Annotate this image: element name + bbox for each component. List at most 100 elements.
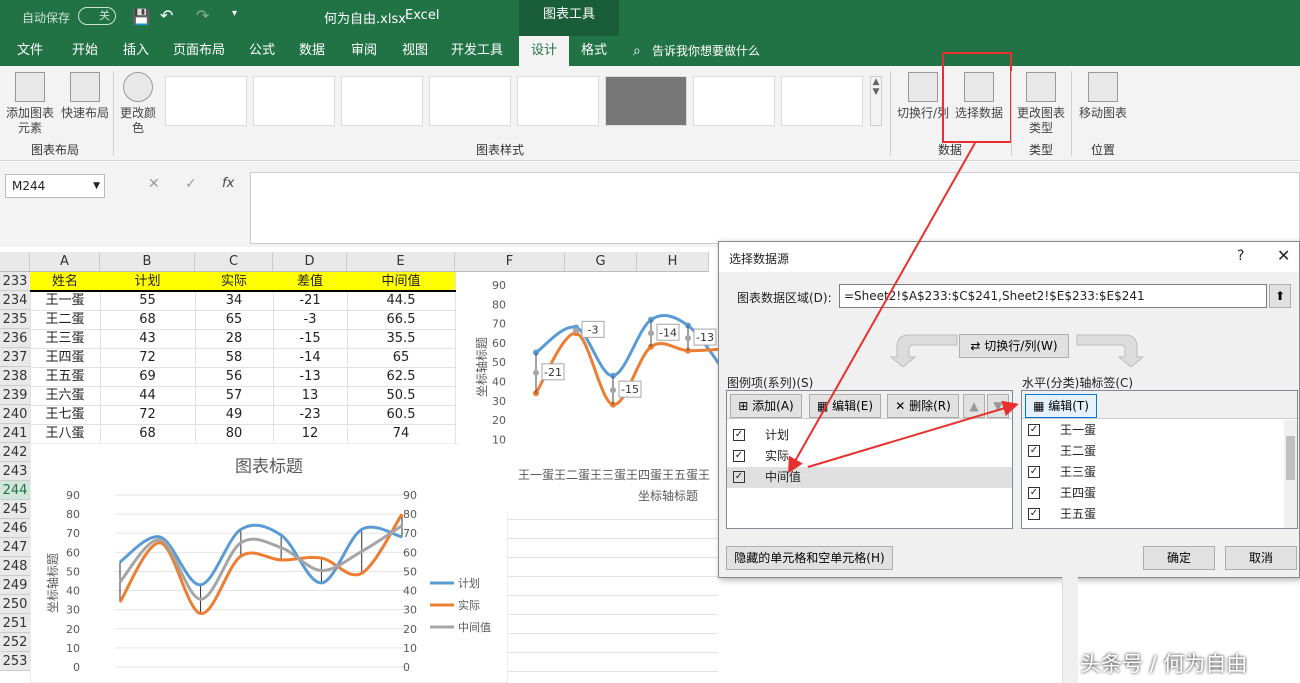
row-header[interactable]: 249	[0, 576, 30, 595]
select-all-corner[interactable]	[0, 252, 30, 272]
fx-icon[interactable]: fx	[222, 176, 234, 191]
redo-icon[interactable]: ↷	[196, 6, 209, 25]
table-cell[interactable]: 68	[100, 310, 195, 329]
row-header[interactable]: 237	[0, 348, 30, 367]
chart-style-4[interactable]	[429, 76, 511, 126]
enter-icon[interactable]: ✓	[185, 176, 197, 192]
table-cell[interactable]: 12	[273, 424, 347, 443]
checkbox[interactable]: ✓	[1028, 487, 1040, 499]
add-chart-element-button[interactable]: 添加图表元素	[4, 72, 56, 136]
table-cell[interactable]: 35.5	[347, 329, 455, 348]
table-cell[interactable]: 58	[195, 348, 273, 367]
cancel-icon[interactable]: ✕	[148, 176, 160, 192]
data-label[interactable]: -13	[696, 331, 714, 344]
formula-input[interactable]	[250, 172, 1300, 244]
row-header[interactable]: 242	[0, 443, 30, 462]
legend-label[interactable]: 实际	[458, 598, 480, 612]
legend-label[interactable]: 中间值	[458, 621, 491, 634]
tab-formulas[interactable]: 公式	[240, 36, 284, 66]
legend-label[interactable]: 计划	[458, 577, 480, 590]
column-header-h[interactable]: H	[637, 252, 709, 272]
row-header[interactable]: 247	[0, 538, 30, 557]
row-header[interactable]: 245	[0, 500, 30, 519]
close-icon[interactable]: ✕	[1277, 246, 1290, 265]
series-item[interactable]: ✓ 实际	[727, 446, 1012, 467]
y-axis-title-2[interactable]: 坐标轴标题	[474, 337, 489, 397]
data-label[interactable]: -21	[544, 366, 562, 379]
ok-button[interactable]: 确定	[1143, 546, 1215, 570]
column-header-b[interactable]: B	[100, 252, 195, 272]
table-cell[interactable]: 65	[347, 348, 455, 367]
checkbox[interactable]: ✓	[1028, 424, 1040, 436]
table-cell[interactable]: 44.5	[347, 291, 455, 310]
styles-scroll-icon[interactable]: ▲ ▼	[870, 76, 882, 126]
table-cell[interactable]: 44	[100, 386, 195, 405]
table-cell[interactable]: 74	[347, 424, 455, 443]
tab-review[interactable]: 审阅	[342, 36, 386, 66]
chart-style-6[interactable]	[605, 76, 687, 126]
tab-design[interactable]: 设计	[519, 36, 569, 66]
move-up-icon[interactable]: ▲	[963, 394, 985, 418]
row-header[interactable]: 233	[0, 272, 30, 291]
checkbox[interactable]: ✓	[733, 471, 745, 483]
table-cell[interactable]: -14	[273, 348, 347, 367]
chart-style-2[interactable]	[253, 76, 335, 126]
series-item-selected[interactable]: ✓ 中间值	[727, 467, 1012, 488]
collapse-range-icon[interactable]: ⬆	[1269, 284, 1291, 308]
scrollbar[interactable]	[1284, 420, 1297, 528]
row-header[interactable]: 250	[0, 595, 30, 614]
row-header[interactable]: 236	[0, 329, 30, 348]
table-cell[interactable]: 50.5	[347, 386, 455, 405]
row-header[interactable]: 241	[0, 424, 30, 443]
chart-title[interactable]: 图表标题	[235, 457, 303, 477]
edit-series-button[interactable]: ▦ 编辑(E)	[809, 394, 881, 418]
tab-view[interactable]: 视图	[393, 36, 437, 66]
column-header-d[interactable]: D	[273, 252, 347, 272]
table-cell[interactable]: 62.5	[347, 367, 455, 386]
table-cell[interactable]: 王五蛋	[30, 367, 100, 386]
table-cell[interactable]: 34	[195, 291, 273, 310]
table-cell[interactable]: -13	[273, 367, 347, 386]
column-header-g[interactable]: G	[565, 252, 637, 272]
change-colors-button[interactable]: 更改颜色	[118, 72, 158, 136]
tab-format[interactable]: 格式	[572, 36, 616, 66]
tab-page-layout[interactable]: 页面布局	[168, 36, 230, 66]
tab-developer[interactable]: 开发工具	[446, 36, 508, 66]
checkbox[interactable]: ✓	[1028, 466, 1040, 478]
row-header[interactable]: 238	[0, 367, 30, 386]
category-item[interactable]: ✓ 王四蛋	[1022, 483, 1282, 504]
table-cell[interactable]: 80	[195, 424, 273, 443]
column-header-e[interactable]: E	[347, 252, 455, 272]
row-header[interactable]: 244	[0, 481, 30, 500]
table-cell[interactable]: 13	[273, 386, 347, 405]
row-header[interactable]: 240	[0, 405, 30, 424]
table-cell[interactable]: 49	[195, 405, 273, 424]
tab-insert[interactable]: 插入	[114, 36, 158, 66]
move-down-icon[interactable]: ▼	[987, 394, 1009, 418]
column-header-c[interactable]: C	[195, 252, 273, 272]
save-icon[interactable]: 💾	[132, 8, 151, 26]
row-header[interactable]: 234	[0, 291, 30, 310]
chart-style-3[interactable]	[341, 76, 423, 126]
row-header[interactable]: 248	[0, 557, 30, 576]
table-cell[interactable]: 王一蛋	[30, 291, 100, 310]
row-header[interactable]: 252	[0, 633, 30, 652]
data-label[interactable]: -14	[659, 326, 677, 339]
data-label[interactable]: -3	[588, 323, 599, 336]
table-header-cell[interactable]: 计划	[100, 272, 195, 291]
table-cell[interactable]: 王七蛋	[30, 405, 100, 424]
y-axis-title[interactable]: 坐标轴标题	[45, 553, 60, 613]
category-item[interactable]: ✓ 王二蛋	[1022, 441, 1282, 462]
table-cell[interactable]: 43	[100, 329, 195, 348]
quick-layout-button[interactable]: 快速布局	[60, 72, 110, 121]
table-cell[interactable]: 69	[100, 367, 195, 386]
table-header-cell[interactable]: 差值	[273, 272, 347, 291]
undo-icon[interactable]: ↶	[160, 6, 173, 25]
help-icon[interactable]: ?	[1237, 248, 1244, 264]
table-cell[interactable]: 72	[100, 348, 195, 367]
data-range-input[interactable]: =Sheet2!$A$233:$C$241,Sheet2!$E$233:$E$2…	[839, 284, 1267, 308]
table-cell[interactable]: 65	[195, 310, 273, 329]
move-chart-button[interactable]: 移动图表	[1075, 72, 1131, 121]
table-cell[interactable]: 55	[100, 291, 195, 310]
checkbox[interactable]: ✓	[733, 450, 745, 462]
